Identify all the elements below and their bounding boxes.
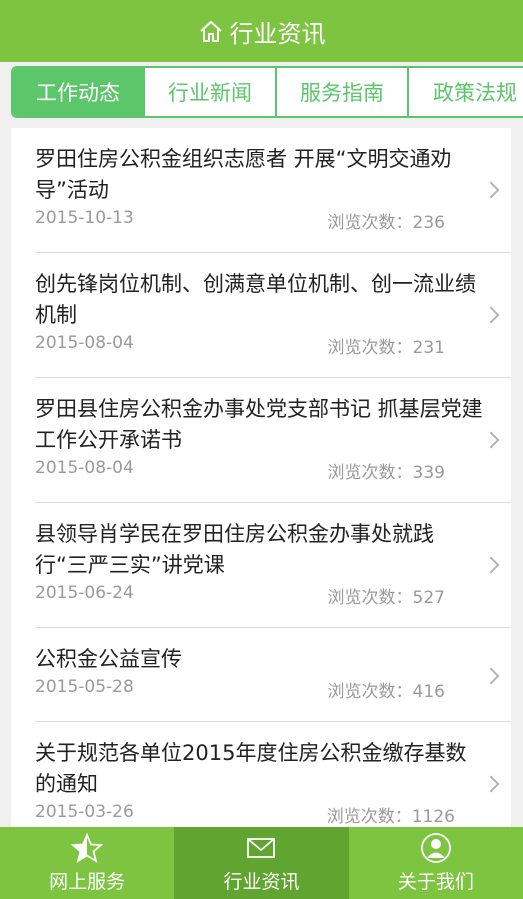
nav-about-us[interactable]: 关于我们	[349, 827, 523, 899]
list-item[interactable]: 罗田住房公积金组织志愿者 开展“文明交通劝导”活动 2015-10-13 浏览次…	[35, 128, 511, 253]
app-header: 行业资讯	[0, 0, 523, 62]
list-item[interactable]: 关于规范各单位2015年度住房公积金缴存基数的通知 2015-03-26 浏览次…	[35, 722, 511, 827]
view-count: 浏览次数：527	[327, 588, 445, 608]
view-count: 浏览次数：231	[327, 338, 445, 358]
home-icon	[199, 20, 222, 42]
person-icon	[420, 833, 451, 863]
page-title: 行业资讯	[229, 19, 326, 48]
tab-work-news[interactable]: 工作动态	[13, 68, 145, 116]
article-title: 创先锋岗位机制、创满意单位机制、创一流业绩机制	[35, 272, 476, 327]
list-item[interactable]: 罗田县住房公积金办事处党支部书记 抓基层党建工作公开承诺书 2015-08-04…	[35, 378, 511, 503]
article-date: 2015-03-26	[35, 802, 134, 822]
article-title: 罗田住房公积金组织志愿者 开展“文明交通劝导”活动	[35, 147, 452, 202]
article-date: 2015-08-04	[35, 333, 134, 353]
list-item[interactable]: 公积金公益宣传 2015-05-28 浏览次数：416	[35, 628, 511, 722]
view-count: 浏览次数：339	[327, 463, 445, 483]
nav-label: 网上服务	[49, 871, 126, 893]
list-item[interactable]: 县领导肖学民在罗田住房公积金办事处就践行“三严三实”讲党课 2015-06-24…	[35, 503, 511, 628]
nav-label: 行业资讯	[223, 871, 300, 893]
star-icon	[70, 832, 104, 863]
article-title: 县领导肖学民在罗田住房公积金办事处就践行“三严三实”讲党课	[35, 522, 434, 577]
article-title: 罗田县住房公积金办事处党支部书记 抓基层党建工作公开承诺书	[35, 397, 483, 452]
list-item[interactable]: 创先锋岗位机制、创满意单位机制、创一流业绩机制 2015-08-04 浏览次数：…	[35, 253, 511, 378]
tab-service-guide[interactable]: 服务指南	[277, 68, 409, 116]
nav-online-service[interactable]: 网上服务	[0, 827, 174, 899]
article-date: 2015-10-13	[35, 208, 134, 228]
view-count: 浏览次数：1126	[326, 807, 455, 827]
article-title: 关于规范各单位2015年度住房公积金缴存基数的通知	[35, 741, 467, 796]
view-count: 浏览次数：236	[327, 213, 445, 233]
tab-industry-news[interactable]: 行业新闻	[145, 68, 277, 116]
nav-industry-news[interactable]: 行业资讯	[174, 827, 349, 899]
article-date: 2015-08-04	[35, 458, 134, 478]
article-list: 罗田住房公积金组织志愿者 开展“文明交通劝导”活动 2015-10-13 浏览次…	[11, 128, 511, 827]
article-date: 2015-06-24	[35, 583, 134, 603]
article-title: 公积金公益宣传	[35, 647, 182, 671]
mail-icon	[247, 838, 276, 858]
view-count: 浏览次数：416	[327, 682, 445, 702]
category-tabs: 工作动态 行业新闻 服务指南 政策法规	[11, 66, 523, 118]
tab-policy[interactable]: 政策法规	[409, 68, 523, 116]
article-date: 2015-05-28	[35, 677, 134, 697]
nav-label: 关于我们	[397, 871, 474, 893]
bottom-nav: 网上服务 行业资讯 关于我们	[0, 827, 523, 899]
